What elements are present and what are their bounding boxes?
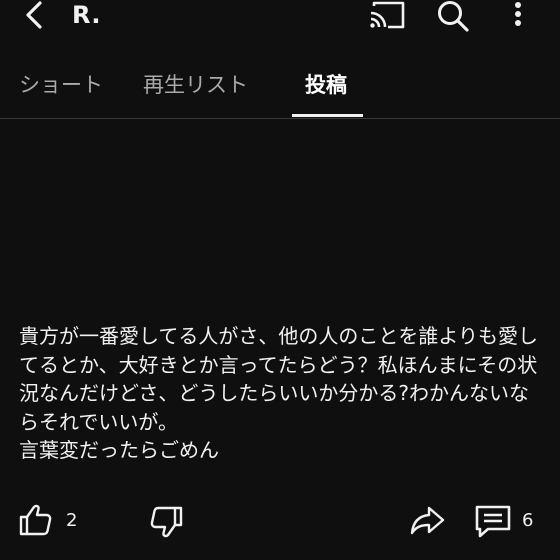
comment-count: 6	[522, 510, 534, 531]
dislike-icon[interactable]	[150, 505, 184, 539]
tab-posts[interactable]: 投稿	[305, 69, 347, 99]
post-text: 貴方が一番愛してる人がさ、他の人のことを誰よりも愛してるとか、大好きとか言ってた…	[19, 324, 538, 462]
channel-name: R.	[72, 1, 102, 29]
search-icon[interactable]	[436, 0, 470, 32]
like-icon[interactable]	[18, 503, 52, 537]
share-icon[interactable]	[409, 504, 445, 536]
active-tab-indicator	[292, 114, 363, 117]
top-app-bar: R.	[0, 0, 560, 40]
tab-shorts[interactable]: ショート	[19, 69, 103, 99]
comment-icon[interactable]	[474, 504, 512, 538]
cast-icon[interactable]	[368, 0, 406, 30]
back-arrow-icon[interactable]	[22, 0, 48, 30]
tab-playlists[interactable]: 再生リスト	[143, 69, 248, 99]
post-action-bar: 2 6	[0, 500, 560, 542]
channel-tabs: ショート 再生リスト 投稿	[0, 58, 560, 118]
more-vertical-icon[interactable]	[508, 0, 528, 30]
like-count: 2	[66, 510, 78, 531]
tabs-divider	[0, 118, 560, 119]
